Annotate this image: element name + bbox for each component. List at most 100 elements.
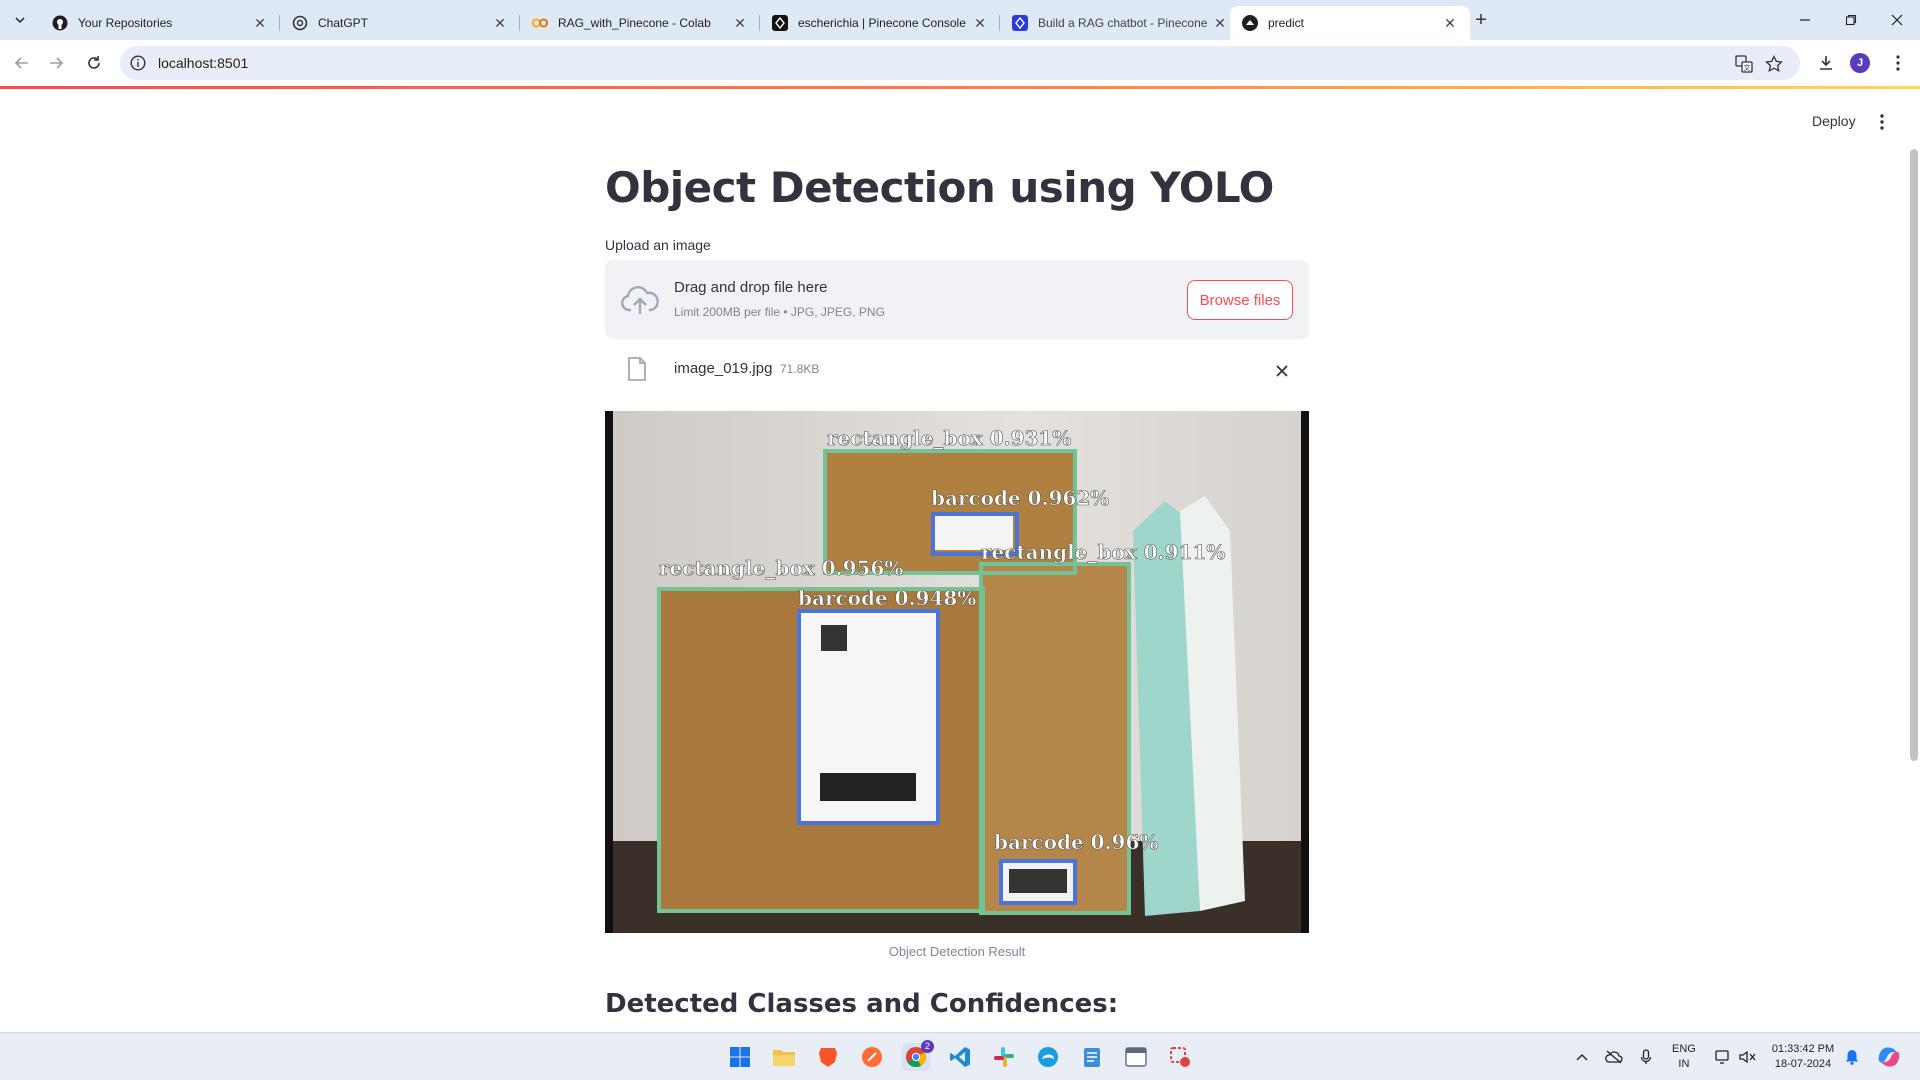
- dropzone-title: Drag and drop file here: [674, 279, 828, 296]
- close-icon: [1276, 365, 1288, 377]
- url-text[interactable]: localhost:8501: [158, 55, 248, 71]
- close-icon[interactable]: ✕: [1212, 15, 1228, 31]
- chrome-icon[interactable]: 2: [902, 1040, 934, 1071]
- tab-title: Build a RAG chatbot - Pinecone: [1038, 16, 1208, 30]
- copilot-icon[interactable]: [1876, 1044, 1902, 1070]
- detection-scene: rectangle_box 0.931% barcode 0.962% rect…: [605, 411, 1309, 933]
- tab-title: escherichia | Pinecone Console: [798, 16, 966, 30]
- vscode-icon[interactable]: [946, 1043, 974, 1071]
- close-icon[interactable]: ✕: [972, 15, 988, 31]
- svg-text:文: 文: [1744, 63, 1751, 72]
- uploader-label: Upload an image: [605, 237, 711, 253]
- close-icon[interactable]: ✕: [732, 15, 748, 31]
- main-menu-button[interactable]: [1872, 112, 1892, 132]
- speaker-muted-icon[interactable]: [1738, 1047, 1758, 1067]
- forward-button[interactable]: [44, 51, 68, 75]
- deploy-button[interactable]: Deploy: [1812, 113, 1856, 129]
- reload-icon: [88, 56, 100, 69]
- tab-search-button[interactable]: [8, 8, 32, 32]
- taskbar: 2 ENG IN 01:33:42 PM 18-07-2024: [0, 1032, 1920, 1080]
- address-bar[interactable]: localhost:8501 文: [120, 46, 1800, 80]
- close-icon[interactable]: ✕: [252, 15, 268, 31]
- browse-files-button[interactable]: Browse files: [1187, 280, 1293, 320]
- system-clock[interactable]: 01:33:42 PM 18-07-2024: [1768, 1042, 1838, 1072]
- onedrive-off-icon[interactable]: [1604, 1047, 1624, 1067]
- pinecone-icon: [772, 15, 788, 31]
- detection-label: rectangle_box 0.956%: [659, 556, 903, 580]
- remove-file-button[interactable]: [1270, 359, 1294, 383]
- notepad-icon[interactable]: [1078, 1043, 1106, 1071]
- detection-label: barcode 0.948%: [798, 586, 976, 610]
- postman-icon[interactable]: [858, 1043, 886, 1071]
- file-icon: [628, 357, 646, 381]
- language-code: ENG: [1672, 1043, 1696, 1055]
- file-dropzone[interactable]: Drag and drop file here Limit 200MB per …: [605, 260, 1309, 339]
- notification-badge: 2: [921, 1040, 934, 1053]
- clock-time: 01:33:42 PM: [1771, 1043, 1835, 1055]
- avatar[interactable]: J: [1850, 53, 1870, 73]
- tab-title: RAG_with_Pinecone - Colab: [558, 16, 711, 30]
- restore-button[interactable]: [1836, 8, 1866, 32]
- translate-icon[interactable]: 文: [1734, 54, 1754, 74]
- language-indicator[interactable]: ENG IN: [1672, 1042, 1696, 1072]
- file-explorer-icon[interactable]: [770, 1043, 798, 1071]
- chatgpt-icon: [292, 15, 308, 31]
- tab-rag-chatbot[interactable]: Build a RAG chatbot - Pinecone ✕: [1000, 6, 1240, 40]
- close-icon[interactable]: ✕: [1442, 15, 1458, 31]
- clock-date: 18-07-2024: [1774, 1058, 1832, 1070]
- section-title: Detected Classes and Confidences:: [605, 989, 1119, 1019]
- scrollbar[interactable]: [1910, 149, 1918, 761]
- chevron-up-icon[interactable]: [1572, 1047, 1592, 1067]
- colab-icon: [532, 15, 548, 31]
- tab-your-repositories[interactable]: Your Repositories ✕: [40, 6, 280, 40]
- browser-toolbar: localhost:8501 文 J: [0, 40, 1920, 86]
- windows-start-icon[interactable]: [726, 1043, 754, 1071]
- tab-title: predict: [1268, 16, 1305, 30]
- dropzone-limit-text: Limit 200MB per file • JPG, JPEG, PNG: [674, 305, 885, 319]
- download-icon[interactable]: [1814, 51, 1838, 75]
- page-title: Object Detection using YOLO: [605, 163, 1274, 212]
- github-icon: [52, 15, 68, 31]
- more-vertical-icon: [1880, 114, 1884, 130]
- reload-button[interactable]: [82, 51, 106, 75]
- brave-browser-icon[interactable]: [814, 1043, 842, 1071]
- pinecone-docs-icon: [1012, 15, 1028, 31]
- tab-title: ChatGPT: [318, 16, 369, 30]
- detection-label: barcode 0.96%: [994, 830, 1158, 854]
- streamlit-icon: [1242, 15, 1258, 31]
- cloud-upload-icon: [621, 286, 659, 314]
- file-name: image_019.jpg: [674, 360, 773, 377]
- bell-icon[interactable]: [1842, 1047, 1862, 1067]
- minimize-button[interactable]: [1790, 8, 1820, 32]
- detection-label: barcode 0.962%: [931, 486, 1109, 510]
- app-window-icon[interactable]: [1122, 1043, 1150, 1071]
- close-icon[interactable]: ✕: [492, 15, 508, 31]
- arrow-right-icon: [50, 57, 64, 69]
- tab-title: Your Repositories: [78, 16, 173, 30]
- microphone-icon[interactable]: [1636, 1047, 1656, 1067]
- tab-colab[interactable]: RAG_with_Pinecone - Colab ✕: [520, 6, 760, 40]
- network-icon[interactable]: [1714, 1047, 1734, 1067]
- info-icon[interactable]: [130, 55, 146, 71]
- snipping-tool-icon[interactable]: [1166, 1043, 1194, 1071]
- region-code: IN: [1678, 1058, 1690, 1070]
- bookmark-star-icon[interactable]: [1764, 54, 1784, 74]
- tab-chatgpt[interactable]: ChatGPT ✕: [280, 6, 520, 40]
- detection-result-image: rectangle_box 0.931% barcode 0.962% rect…: [605, 411, 1309, 933]
- tab-strip: Your Repositories ✕ ChatGPT ✕ RAG_with_P…: [0, 0, 1920, 40]
- new-tab-button[interactable]: +: [1469, 9, 1493, 33]
- window-close-button[interactable]: [1882, 8, 1912, 32]
- uploaded-file-item: image_019.jpg 71.8KB: [605, 351, 1309, 391]
- browser-menu-icon[interactable]: [1886, 51, 1910, 75]
- back-button[interactable]: [10, 51, 34, 75]
- detection-label: rectangle_box 0.911%: [981, 540, 1225, 564]
- image-caption: Object Detection Result: [888, 944, 1026, 959]
- tab-pinecone-console[interactable]: escherichia | Pinecone Console ✕: [760, 6, 1000, 40]
- tab-predict[interactable]: predict ✕: [1230, 6, 1470, 40]
- edge-icon[interactable]: [1034, 1043, 1062, 1071]
- page-viewport: Deploy Object Detection using YOLO Uploa…: [0, 89, 1920, 1032]
- slack-icon[interactable]: [990, 1043, 1018, 1071]
- arrow-left-icon: [14, 57, 28, 69]
- file-size: 71.8KB: [780, 362, 820, 376]
- detection-label: rectangle_box 0.931%: [827, 426, 1071, 450]
